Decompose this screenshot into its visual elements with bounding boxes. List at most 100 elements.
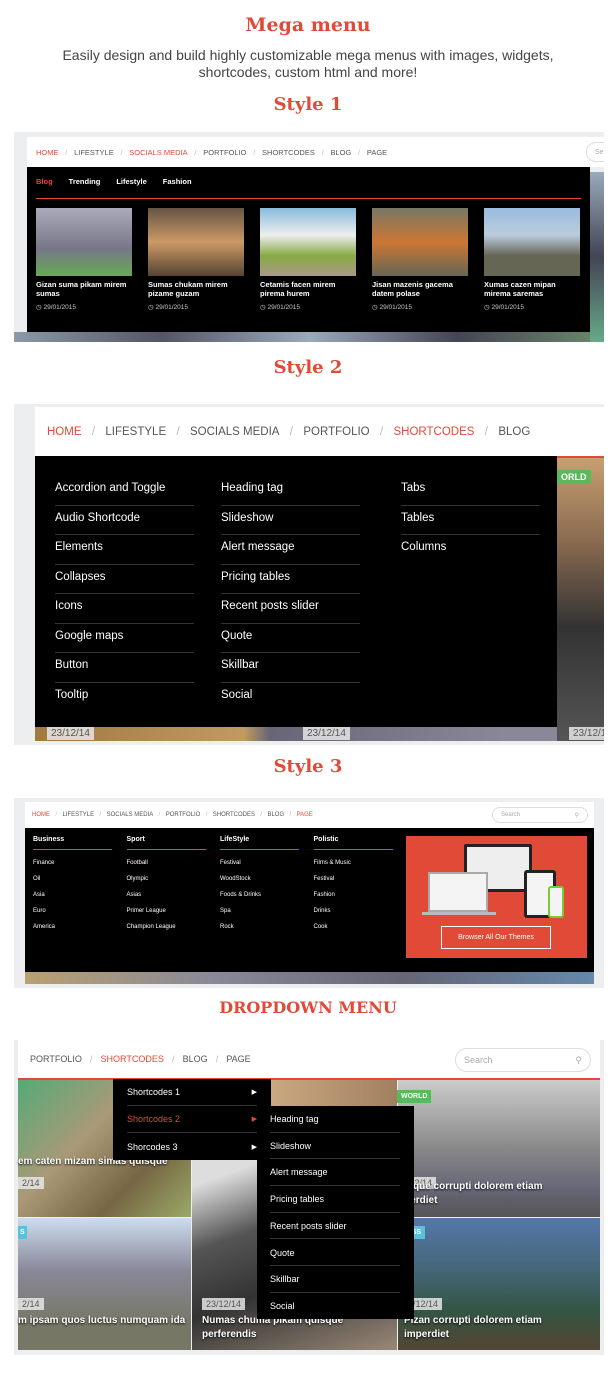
nav-separator: / [55,812,58,818]
nav-item-shortcodes[interactable]: SHORTCODES [394,426,475,438]
post-thumbnail[interactable] [36,208,132,276]
menu-item[interactable]: Collapses [55,565,194,594]
column-heading[interactable]: Polistic [313,836,393,850]
nav-item-socials-media[interactable]: SOCIALS MEDIA [190,426,279,438]
post-thumbnail[interactable] [260,208,356,276]
menu-item[interactable]: Festival [220,860,241,866]
post-title[interactable]: Gizan suma pikam mirem sumas [36,280,136,298]
column-heading[interactable]: LifeStyle [220,836,299,850]
nav-item-portfolio[interactable]: PORTFOLIO [203,148,246,157]
nav-item-home[interactable]: HOME [32,812,50,818]
nav-item-home[interactable]: HOME [36,148,59,157]
submenu-item[interactable]: Skillbar [270,1266,400,1293]
submenu-item[interactable]: Slideshow [270,1133,400,1160]
menu-item[interactable]: WoodStock [220,876,251,882]
nav-item-lifestyle[interactable]: LIFESTYLE [62,812,94,818]
nav-item-page[interactable]: PAGE [297,812,313,818]
browse-themes-button[interactable]: Browser All Our Themes [441,926,551,949]
card-title[interactable]: Pizan corrupti dolorem etiam imperdiet [404,1314,582,1342]
nav-item-portfolio[interactable]: PORTFOLIO [30,1054,82,1064]
menu-item[interactable]: Accordion and Toggle [55,476,194,506]
submenu-item[interactable]: Social [270,1293,400,1320]
post-thumbnail[interactable] [148,208,244,276]
menu-item[interactable]: Festival [314,876,335,882]
menu-item[interactable]: Oil [33,876,40,882]
nav-item-blog[interactable]: BLOG [498,426,530,438]
nav-item-portfolio[interactable]: PORTFOLIO [303,426,369,438]
nav-item-blog[interactable]: BLOG [330,148,351,157]
dropdown-item[interactable]: Shortcodes 1 ▶ [127,1079,257,1106]
tab-fashion[interactable]: Fashion [163,177,192,186]
nav-item-blog[interactable]: BLOG [267,812,284,818]
search-input[interactable]: Search ⚲ [492,807,588,823]
nav-item-blog[interactable]: BLOG [183,1054,208,1064]
menu-item[interactable]: Cook [314,924,328,930]
nav-item-page[interactable]: PAGE [367,148,387,157]
nav-item-portfolio[interactable]: PORTFOLIO [166,812,201,818]
menu-item[interactable]: Button [55,653,194,683]
nav-item-home[interactable]: HOME [47,426,82,438]
nav-item-socials-media[interactable]: SOCIALS MEDIA [129,148,187,157]
menu-item[interactable]: Football [127,860,148,866]
menu-item[interactable]: Tabs [401,476,540,506]
menu-item[interactable]: Social [221,683,360,713]
menu-item[interactable]: Quote [221,624,360,653]
menu-item[interactable]: Tables [401,506,540,535]
menu-item[interactable]: Columns [401,535,540,565]
nav-item-shortcodes[interactable]: SHORTCODES [213,812,255,818]
menu-item[interactable]: Elements [55,535,194,565]
column-heading[interactable]: Sport [126,836,206,850]
menu-item[interactable]: America [33,924,55,930]
nav-item-lifestyle[interactable]: LIFESTYLE [105,426,166,438]
menu-item[interactable]: Rock [220,924,234,930]
nav-item-socials-media[interactable]: SOCIALS MEDIA [107,812,154,818]
menu-item[interactable]: Euro [33,908,46,914]
post-title[interactable]: Cetamis facen mirem pirema hurem [260,280,360,298]
menu-item[interactable]: Heading tag [221,476,360,506]
card-title[interactable]: umque corrupti dolorem etiam nperdiet [398,1180,576,1208]
post-title[interactable]: Jisan mazenis gacema datem polase [372,280,472,298]
post-title[interactable]: Xumas cazen mipan mirema saremas [484,280,584,298]
post-title[interactable]: Sumas chukam mirem pizame guzam [148,280,248,298]
nav-item-lifestyle[interactable]: LIFESTYLE [74,148,114,157]
post-thumbnail[interactable] [372,208,468,276]
menu-item[interactable]: Google maps [55,624,194,653]
menu-item[interactable]: Spa [220,908,231,914]
search-input[interactable]: Search ⚲ [455,1048,591,1072]
menu-item[interactable]: Alert message [221,535,360,565]
menu-item[interactable]: Primer League [127,908,166,914]
column-heading[interactable]: Business [33,836,112,850]
menu-item[interactable]: Recent posts slider [221,594,360,624]
menu-item[interactable]: Foods & Drinks [220,892,261,898]
nav-item-shortcodes[interactable]: SHORTCODES [101,1054,164,1064]
submenu-item[interactable]: Quote [270,1240,400,1267]
post-thumbnail[interactable] [484,208,580,276]
menu-item[interactable]: Fashion [314,892,335,898]
card-title[interactable]: m ipsam quos luctus numquam ida [18,1314,196,1328]
tab-lifestyle[interactable]: Lifestyle [116,177,146,186]
menu-item[interactable]: Finance [33,860,54,866]
menu-item[interactable]: Slideshow [221,506,360,535]
nav-item-page[interactable]: PAGE [226,1054,250,1064]
menu-item[interactable]: Audio Shortcode [55,506,194,535]
submenu-item[interactable]: Pricing tables [270,1186,400,1213]
submenu-item[interactable]: Heading tag [270,1106,400,1133]
menu-item[interactable]: Asias [127,892,142,898]
menu-item[interactable]: Olympic [127,876,149,882]
menu-item[interactable]: Champion League [127,924,176,930]
menu-item[interactable]: Skillbar [221,653,360,683]
menu-item[interactable]: Asia [33,892,45,898]
menu-item[interactable]: Pricing tables [221,565,360,594]
dropdown-item[interactable]: Shorcodes 3 ▶ [127,1133,257,1160]
tab-blog[interactable]: Blog [36,177,53,186]
search-input[interactable]: Se [586,142,604,162]
submenu-item[interactable]: Recent posts slider [270,1213,400,1240]
menu-item[interactable]: Icons [55,594,194,624]
menu-item[interactable]: Tooltip [55,683,194,713]
nav-item-shortcodes[interactable]: SHORTCODES [262,148,315,157]
submenu-item[interactable]: Alert message [270,1159,400,1187]
menu-item[interactable]: Drinks [314,908,331,914]
menu-item[interactable]: Films & Music [314,860,351,866]
tab-trending[interactable]: Trending [69,177,101,186]
dropdown-item[interactable]: Shortcodes 2 ▶ [127,1106,257,1133]
